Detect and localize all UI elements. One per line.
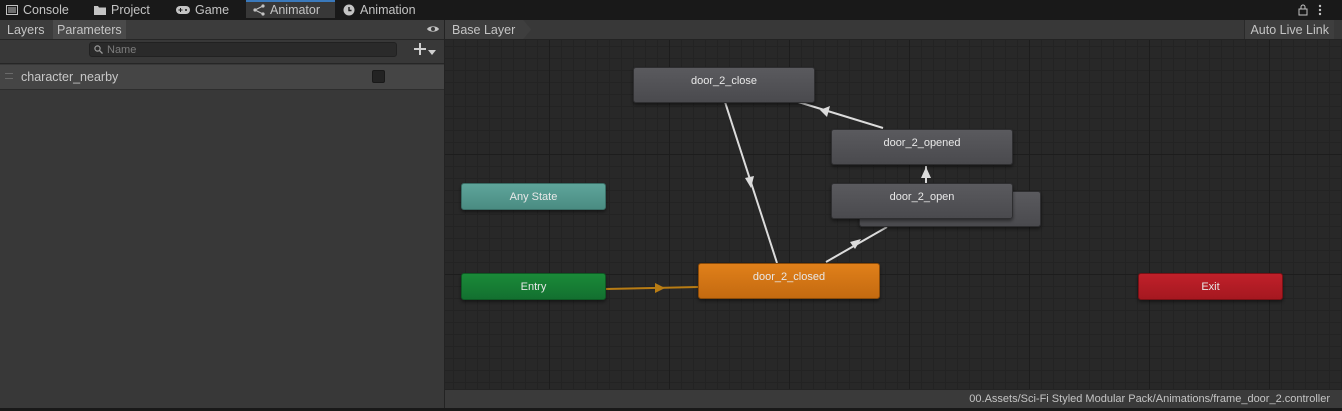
search-input[interactable]	[107, 43, 387, 56]
state-label: door_2_close	[690, 75, 758, 87]
folder-icon	[94, 4, 106, 16]
state-label: door_2_opened	[883, 137, 961, 149]
tab-layers-label: Layers	[7, 22, 45, 37]
breadcrumb-label: Base Layer	[452, 22, 516, 37]
drag-handle-icon[interactable]	[5, 73, 13, 79]
search-icon	[94, 43, 103, 57]
animator-graph[interactable]: door_2_close door_2_opened door_2_open d…	[445, 20, 1342, 408]
console-icon	[6, 4, 18, 16]
tab-project[interactable]: Project	[94, 0, 150, 20]
more-vertical-icon[interactable]	[1318, 2, 1322, 18]
animator-icon	[253, 4, 265, 16]
state-label: door_2_closed	[752, 271, 826, 283]
state-door-2-closed[interactable]: door_2_closed	[698, 263, 880, 299]
tab-parameters-label: Parameters	[57, 22, 122, 37]
tab-animator[interactable]: Animator	[246, 0, 335, 18]
parameter-bool-checkbox[interactable]	[372, 70, 385, 83]
lock-icon[interactable]	[1298, 2, 1308, 18]
auto-live-link-button[interactable]: Auto Live Link	[1244, 20, 1334, 39]
gamepad-icon	[176, 4, 190, 16]
graph-status-bar: 00.Assets/Sci-Fi Styled Modular Pack/Ani…	[445, 389, 1342, 408]
state-label: door_2_open	[889, 191, 955, 203]
state-label: Entry	[520, 280, 547, 293]
parameter-search-row	[0, 40, 444, 64]
layers-parameters-tabs: Layers Parameters	[0, 20, 444, 40]
parameter-row[interactable]: character_nearby	[0, 65, 444, 90]
tab-layers[interactable]: Layers	[3, 20, 49, 39]
editor-tab-bar: Console Project Game Animator Animation	[0, 0, 1342, 20]
tab-project-label: Project	[111, 3, 150, 17]
plus-icon	[414, 43, 426, 58]
parameters-panel: Layers Parameters character_nearby	[0, 20, 445, 408]
graph-breadcrumb-bar: Base Layer Auto Live Link	[445, 20, 1342, 40]
eye-icon[interactable]	[426, 23, 440, 37]
state-entry[interactable]: Entry	[461, 273, 606, 300]
state-exit[interactable]: Exit	[1138, 273, 1283, 300]
auto-live-link-label: Auto Live Link	[1250, 22, 1329, 37]
controller-path: 00.Assets/Sci-Fi Styled Modular Pack/Ani…	[969, 393, 1330, 405]
tab-animation-label: Animation	[360, 3, 416, 17]
parameter-name[interactable]: character_nearby	[21, 70, 118, 84]
tab-console[interactable]: Console	[6, 0, 69, 20]
tab-animation[interactable]: Animation	[343, 0, 416, 20]
state-label: Any State	[509, 190, 558, 203]
state-any-state[interactable]: Any State	[461, 183, 606, 210]
add-parameter-button[interactable]	[414, 42, 436, 59]
state-door-2-close[interactable]: door_2_close	[633, 67, 815, 103]
breadcrumb-base-layer[interactable]: Base Layer	[445, 20, 531, 39]
chevron-down-icon	[428, 44, 436, 58]
parameter-search-box[interactable]	[89, 42, 397, 57]
tab-game-label: Game	[195, 3, 230, 17]
clock-icon	[343, 4, 355, 16]
tab-animator-label: Animator	[270, 3, 321, 17]
tab-game[interactable]: Game	[176, 0, 229, 20]
state-door-2-opened[interactable]: door_2_opened	[831, 129, 1013, 165]
state-door-2-open[interactable]: door_2_open	[831, 183, 1013, 219]
tab-console-label: Console	[23, 3, 69, 17]
tab-parameters[interactable]: Parameters	[53, 20, 126, 39]
state-label: Exit	[1201, 280, 1220, 293]
